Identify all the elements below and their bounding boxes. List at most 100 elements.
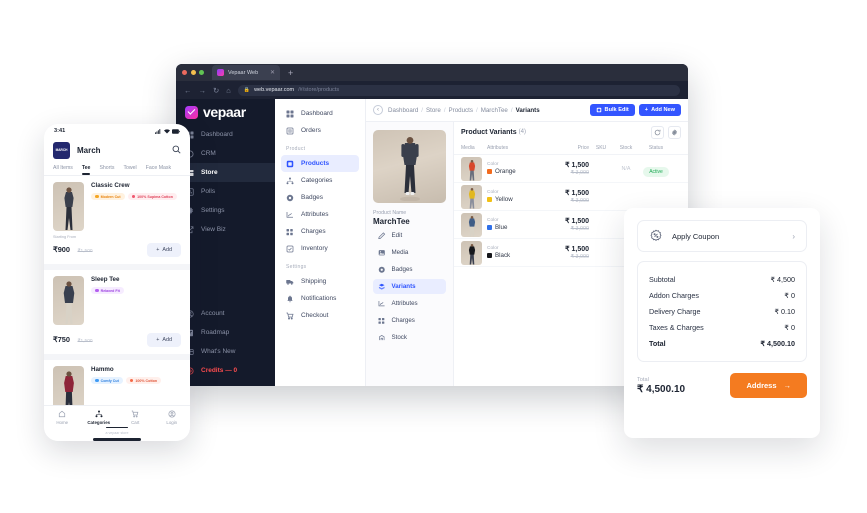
product-tab-media[interactable]: Media <box>373 245 446 260</box>
plus-icon: + <box>156 337 160 343</box>
summary-label: Total <box>649 338 666 348</box>
bulk-edit-button[interactable]: Bulk Edit <box>589 104 635 116</box>
address-button[interactable]: Address → <box>730 373 807 398</box>
breadcrumb-item[interactable]: Store <box>426 107 441 114</box>
add-to-cart-button[interactable]: + Add <box>147 333 181 347</box>
variant-price: ₹ 1,500 ₹ 3,000 <box>547 161 589 176</box>
nav-item-settings[interactable]: Settings <box>176 201 275 220</box>
list-item[interactable]: Classic Crew Modern Cut 100% Supima Cott… <box>44 176 190 270</box>
product-price-original: ₹1,500 <box>77 249 93 254</box>
signal-icon <box>155 128 161 134</box>
battery-icon <box>172 128 180 134</box>
refresh-button[interactable] <box>651 125 664 139</box>
variant-attributes: Color Black <box>487 246 547 259</box>
nav-item-store[interactable]: Store <box>176 163 275 182</box>
sidebar-item-products[interactable]: Products <box>281 155 359 172</box>
browser-tab[interactable]: Vepaar Web ✕ <box>212 65 280 80</box>
tab-tee[interactable]: Tee <box>81 165 90 175</box>
breadcrumb-separator: / <box>443 106 446 114</box>
sidebar-item-shipping[interactable]: Shipping <box>281 273 359 290</box>
price-current: ₹ 1,500 <box>565 162 589 169</box>
sidebar-item-notifications[interactable]: Notifications <box>281 290 359 307</box>
product-tab-badges[interactable]: Badges <box>373 262 446 277</box>
badge: Relaxed Fit <box>91 287 124 294</box>
sidebar-item-inventory[interactable]: Inventory <box>281 240 359 257</box>
tab-all-items[interactable]: All Items <box>53 165 73 175</box>
window-controls[interactable] <box>182 70 204 75</box>
variant-media <box>461 184 487 209</box>
badge-label: 100% Supima Cotton <box>137 194 173 199</box>
home-icon[interactable]: ⌂ <box>226 86 231 95</box>
forward-icon[interactable]: → <box>199 86 207 95</box>
badge: Modern Cut <box>91 193 125 200</box>
variants-settings-button[interactable] <box>668 125 681 139</box>
table-row[interactable]: Color Yellow ₹ 1,500 ₹ 3,000 <box>454 183 688 211</box>
sidebar-item-badges[interactable]: Badges <box>281 189 359 206</box>
sidebar-item-charges[interactable]: Charges <box>281 223 359 240</box>
product-tab-attributes[interactable]: Attributes <box>373 296 446 311</box>
sidebar-item-categories[interactable]: Categories <box>281 172 359 189</box>
search-button[interactable] <box>172 141 181 159</box>
product-tab-edit[interactable]: Edit <box>373 228 446 243</box>
breadcrumb-item[interactable]: Products <box>449 107 473 114</box>
nav-item-polls[interactable]: Polls <box>176 182 275 201</box>
checkout-panel: Apply Coupon › Subtotal ₹ 4,500 Addon Ch… <box>624 208 820 438</box>
close-tab-icon[interactable]: ✕ <box>270 69 275 76</box>
variant-model-illustration <box>468 159 475 180</box>
model-illustration <box>63 187 74 230</box>
variant-attributes: Color Orange <box>487 162 547 175</box>
attribute-value-row: Yellow <box>487 196 547 203</box>
product-tab-stock[interactable]: Stock <box>373 330 446 345</box>
color-swatch-icon <box>487 197 492 202</box>
reload-icon[interactable]: ↻ <box>213 86 219 95</box>
sidebar-item-checkout[interactable]: Checkout <box>281 307 359 324</box>
col-stock: Stock <box>619 145 633 151</box>
back-icon[interactable]: ← <box>184 86 192 95</box>
nav-label: Credits — 0 <box>201 367 238 374</box>
nav-item-whats-new[interactable]: What's New <box>176 342 275 361</box>
nav-item-view-biz[interactable]: View Biz <box>176 220 275 239</box>
nav-item-account[interactable]: Account <box>176 304 275 323</box>
sidebar-item-orders[interactable]: Orders <box>281 122 359 139</box>
back-button[interactable]: ‹ <box>373 105 383 115</box>
nav-login[interactable]: Login <box>154 410 191 425</box>
list-item[interactable]: Sleep Tee Relaxed Fit ₹750 ₹1,500 + Add <box>44 270 190 360</box>
add-new-button[interactable]: + Add New <box>638 104 681 116</box>
breadcrumb-item[interactable]: Dashboard <box>388 107 418 114</box>
tab-face-mask[interactable]: Face Mask <box>146 165 171 175</box>
sidebar-section-product: Product <box>286 146 306 152</box>
nav-item-credits[interactable]: Credits — 0 <box>176 361 275 380</box>
close-window-button[interactable] <box>182 70 187 75</box>
add-to-cart-button[interactable]: + Add <box>147 243 181 257</box>
badge-dot-icon <box>95 378 99 383</box>
address-bar[interactable]: 🔒 web.vepaar.com /#/store/products <box>237 84 680 96</box>
maximize-window-button[interactable] <box>199 70 204 75</box>
tab-shorts[interactable]: Shorts <box>99 165 114 175</box>
breadcrumb-item[interactable]: MarchTee <box>481 107 508 114</box>
nav-item-crm[interactable]: CRM <box>176 144 275 163</box>
tab-towel[interactable]: Towel <box>123 165 136 175</box>
nav-label: Cart <box>131 420 140 425</box>
product-tab-variants[interactable]: Variants <box>373 279 446 294</box>
badges-icon <box>378 266 385 273</box>
sidebar-item-attributes[interactable]: Attributes <box>281 206 359 223</box>
nav-item-roadmap[interactable]: Roadmap <box>176 323 275 342</box>
product-tab-charges[interactable]: Charges <box>373 313 446 328</box>
new-tab-button[interactable]: + <box>288 68 293 78</box>
summary-amount: ₹ 0.10 <box>774 306 795 316</box>
charges-icon <box>286 228 293 235</box>
sidebar-item-dashboard[interactable]: Dashboard <box>281 105 359 122</box>
minimize-window-button[interactable] <box>190 70 196 75</box>
sidebar-label: Charges <box>301 228 326 235</box>
table-row[interactable]: Color Orange ₹ 1,500 ₹ 3,000 N/A Active <box>454 155 688 183</box>
apply-coupon-row[interactable]: Apply Coupon › <box>637 220 807 252</box>
nav-categories[interactable]: Categories <box>81 410 118 425</box>
nav-cart[interactable]: Cart <box>117 410 154 425</box>
nav-home[interactable]: Home <box>44 410 81 425</box>
nav-item-dashboard[interactable]: Dashboard <box>176 125 275 144</box>
wifi-icon <box>163 128 170 133</box>
variant-model-illustration <box>468 215 475 236</box>
app-logo[interactable]: vepaar <box>176 99 275 125</box>
nav-label: Polls <box>201 188 216 195</box>
bulk-edit-icon <box>596 107 601 113</box>
